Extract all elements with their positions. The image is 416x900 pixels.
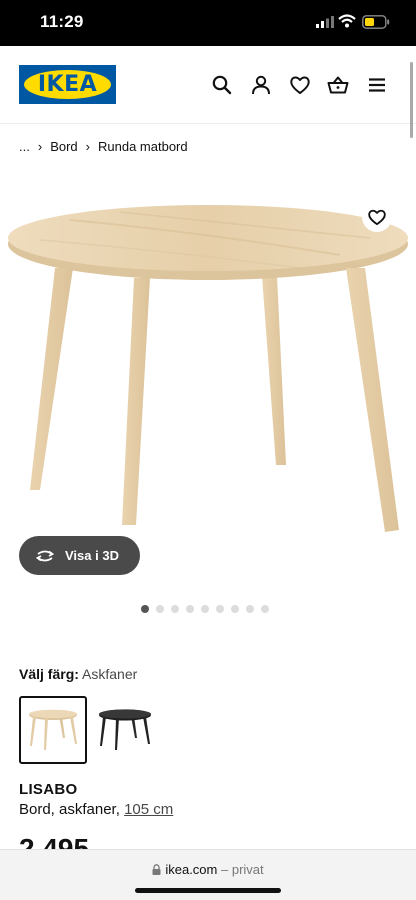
account-icon[interactable]	[250, 74, 272, 96]
product-image[interactable]	[0, 180, 416, 590]
breadcrumb-separator: ›	[85, 139, 90, 154]
product-size-link[interactable]: 105 cm	[124, 801, 173, 818]
gallery-dot[interactable]	[186, 605, 194, 613]
color-label: Välj färg:	[19, 666, 79, 682]
breadcrumb-item-runda-matbord[interactable]: Runda matbord	[98, 139, 188, 154]
status-time: 11:29	[40, 12, 84, 31]
search-icon[interactable]	[211, 74, 233, 96]
breadcrumb-ellipsis[interactable]: ...	[19, 139, 30, 154]
color-swatch-svart[interactable]	[91, 696, 159, 764]
color-swatch-askfaner[interactable]	[19, 696, 87, 764]
wifi-icon	[338, 14, 356, 28]
breadcrumb-item-bord[interactable]: Bord	[50, 139, 77, 154]
selected-color-value: Askfaner	[82, 666, 138, 682]
wishlist-heart-icon[interactable]	[289, 74, 311, 96]
lock-icon	[152, 864, 161, 875]
battery-icon	[362, 15, 390, 29]
heart-icon	[368, 209, 386, 226]
ikea-logo[interactable]: IKEA	[19, 65, 116, 104]
browser-url-bar[interactable]: ikea.com – privat	[0, 849, 416, 900]
menu-icon[interactable]	[366, 74, 388, 96]
rotate-3d-icon	[35, 550, 55, 561]
gallery-dot[interactable]	[201, 605, 209, 613]
browser-private-mode: privat	[231, 862, 264, 877]
gallery-dot[interactable]	[231, 605, 239, 613]
site-header: IKEA	[0, 46, 416, 124]
gallery-dot[interactable]	[141, 605, 149, 613]
view-in-3d-label: Visa i 3D	[65, 548, 119, 563]
gallery-dot[interactable]	[261, 605, 269, 613]
breadcrumb: ... › Bord › Runda matbord	[19, 139, 188, 154]
breadcrumb-separator: ›	[37, 139, 43, 154]
ash-table-thumbnail	[29, 709, 77, 750]
round-table-illustration	[8, 205, 408, 532]
gallery-dot[interactable]	[156, 605, 164, 613]
color-selector-label: Välj färg: Askfaner	[19, 666, 137, 682]
gallery-dot[interactable]	[216, 605, 224, 613]
browser-separator: –	[221, 862, 229, 877]
cart-basket-icon[interactable]	[327, 74, 349, 96]
add-to-wishlist-button[interactable]	[362, 202, 392, 232]
view-in-3d-button[interactable]: Visa i 3D	[19, 536, 140, 575]
browser-domain: ikea.com	[165, 862, 218, 877]
product-description-text: Bord, askfaner,	[19, 801, 120, 818]
logo-text: IKEA	[37, 72, 98, 97]
home-indicator[interactable]	[135, 888, 281, 893]
product-description: Bord, askfaner, 105 cm	[19, 801, 173, 818]
status-bar: 11:29	[0, 0, 416, 46]
product-name: LISABO	[19, 781, 78, 798]
cellular-signal-icon	[316, 16, 334, 28]
gallery-dot[interactable]	[246, 605, 254, 613]
gallery-dot[interactable]	[171, 605, 179, 613]
gallery-pagination	[141, 605, 269, 613]
browser-url[interactable]: ikea.com – privat	[0, 862, 416, 877]
page-scrollbar[interactable]	[410, 62, 413, 138]
black-table-thumbnail	[99, 709, 151, 750]
